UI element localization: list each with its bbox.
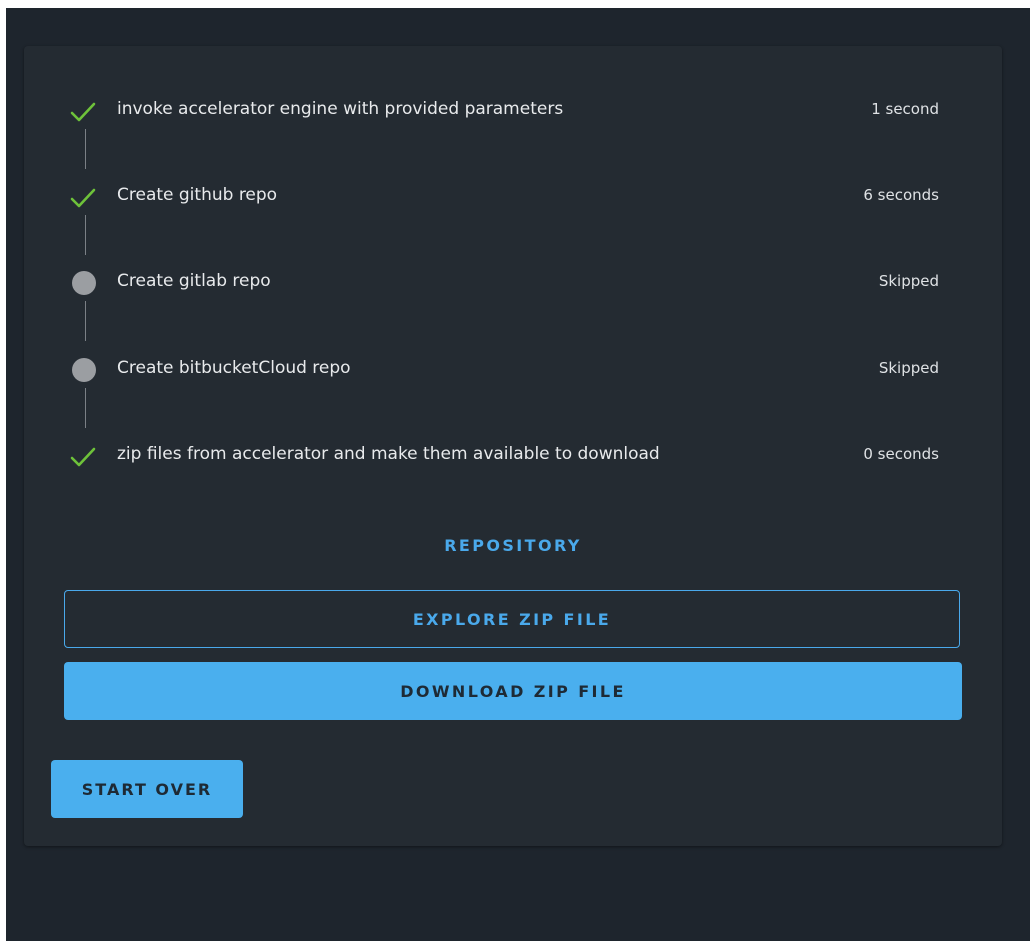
- step-label: Create bitbucketCloud repo: [117, 358, 351, 378]
- app-background: invoke accelerator engine with provided …: [6, 8, 1030, 941]
- repository-link[interactable]: REPOSITORY: [24, 536, 1002, 555]
- step-label: zip files from accelerator and make them…: [117, 444, 660, 464]
- step-label: Create gitlab repo: [117, 271, 271, 291]
- step-label: Create github repo: [117, 185, 278, 205]
- scaffold-result-card: invoke accelerator engine with provided …: [24, 46, 1002, 846]
- step-duration: Skipped: [878, 359, 939, 377]
- step-connector: [85, 129, 86, 169]
- step-connector: [85, 215, 86, 255]
- explore-zip-button[interactable]: EXPLORE ZIP FILE: [64, 590, 960, 648]
- step-duration: Skipped: [878, 272, 939, 290]
- check-icon: [69, 442, 97, 470]
- step-connector: [85, 301, 86, 341]
- download-zip-button[interactable]: DOWNLOAD ZIP FILE: [64, 662, 962, 720]
- skipped-dot-icon: [69, 356, 97, 384]
- step-duration: 6 seconds: [863, 186, 939, 204]
- start-over-button[interactable]: START OVER: [51, 760, 243, 818]
- step-connector: [85, 388, 86, 428]
- step-label: invoke accelerator engine with provided …: [117, 99, 564, 119]
- step-item: Create bitbucketCloud repo Skipped: [24, 356, 1002, 396]
- step-duration: 0 seconds: [863, 445, 939, 463]
- step-duration: 1 second: [871, 100, 939, 118]
- step-item: Create github repo 6 seconds: [24, 183, 1002, 223]
- step-item: zip files from accelerator and make them…: [24, 442, 1002, 482]
- step-item: Create gitlab repo Skipped: [24, 269, 1002, 309]
- check-icon: [69, 183, 97, 211]
- skipped-dot-icon: [69, 269, 97, 297]
- step-item: invoke accelerator engine with provided …: [24, 97, 1002, 137]
- check-icon: [69, 97, 97, 125]
